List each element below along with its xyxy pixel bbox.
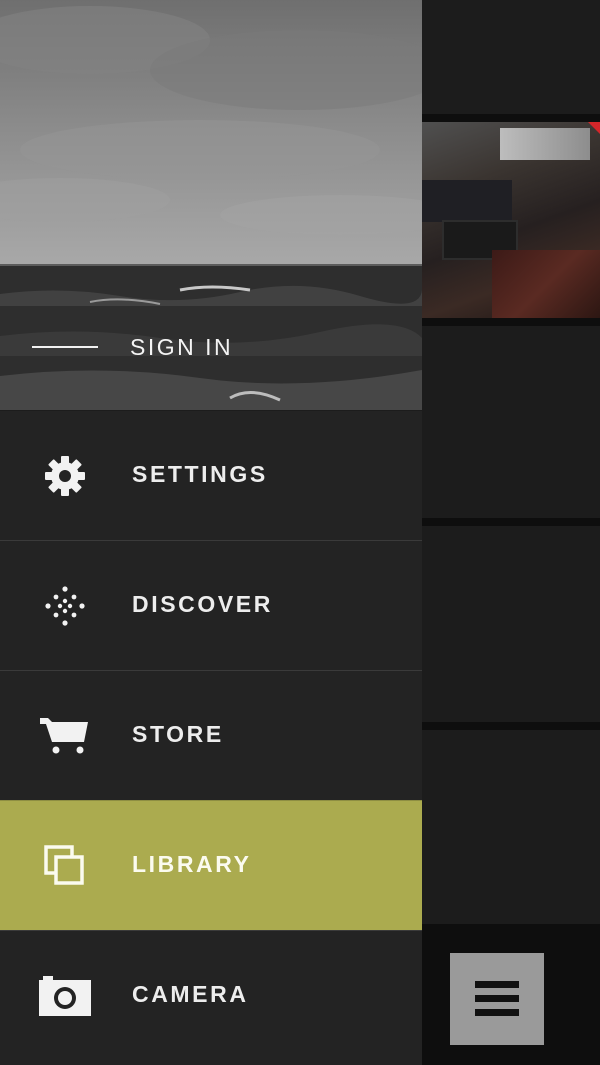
sign-in-dash <box>32 346 98 348</box>
sign-in-label: SIGN IN <box>130 334 234 360</box>
menu-toggle-button[interactable] <box>450 953 544 1045</box>
dots-circle-icon <box>38 584 92 628</box>
photo-thumbnail[interactable] <box>422 122 600 318</box>
grid-tile[interactable] <box>422 326 600 518</box>
camera-icon <box>38 974 92 1018</box>
photo-sofa <box>422 180 512 222</box>
stacked-squares-icon <box>38 844 92 888</box>
cart-icon <box>38 714 92 758</box>
hamburger-icon <box>475 981 519 1016</box>
photo-rug <box>492 250 600 318</box>
menu-item-label: STORE <box>132 721 224 747</box>
header-photo: SIGN IN <box>0 0 422 410</box>
menu-item-store[interactable]: STORE <box>0 670 422 800</box>
navigation-drawer: SIGN IN SETTINGS DISCOVER STORE LIBRARY … <box>0 0 422 1065</box>
menu-item-label: CAMERA <box>132 981 249 1007</box>
menu-item-discover[interactable]: DISCOVER <box>0 540 422 670</box>
menu-item-camera[interactable]: CAMERA <box>0 930 422 1060</box>
content-area <box>422 0 600 1065</box>
corner-flag-icon <box>588 122 600 134</box>
gear-icon <box>38 454 92 498</box>
menu-item-label: SETTINGS <box>132 461 268 487</box>
menu-item-library[interactable]: LIBRARY <box>0 800 422 930</box>
menu-item-settings[interactable]: SETTINGS <box>0 410 422 540</box>
sign-in-button[interactable]: SIGN IN <box>0 325 422 373</box>
menu-item-label: LIBRARY <box>132 851 252 877</box>
menu-item-label: DISCOVER <box>132 591 273 617</box>
sky-clouds <box>0 0 422 268</box>
photo-window <box>500 128 590 160</box>
grid-tile[interactable] <box>422 730 600 924</box>
grid-tile[interactable] <box>422 526 600 722</box>
drawer-menu: SETTINGS DISCOVER STORE LIBRARY CAMERA <box>0 410 422 1060</box>
grid-tile[interactable] <box>422 0 600 114</box>
